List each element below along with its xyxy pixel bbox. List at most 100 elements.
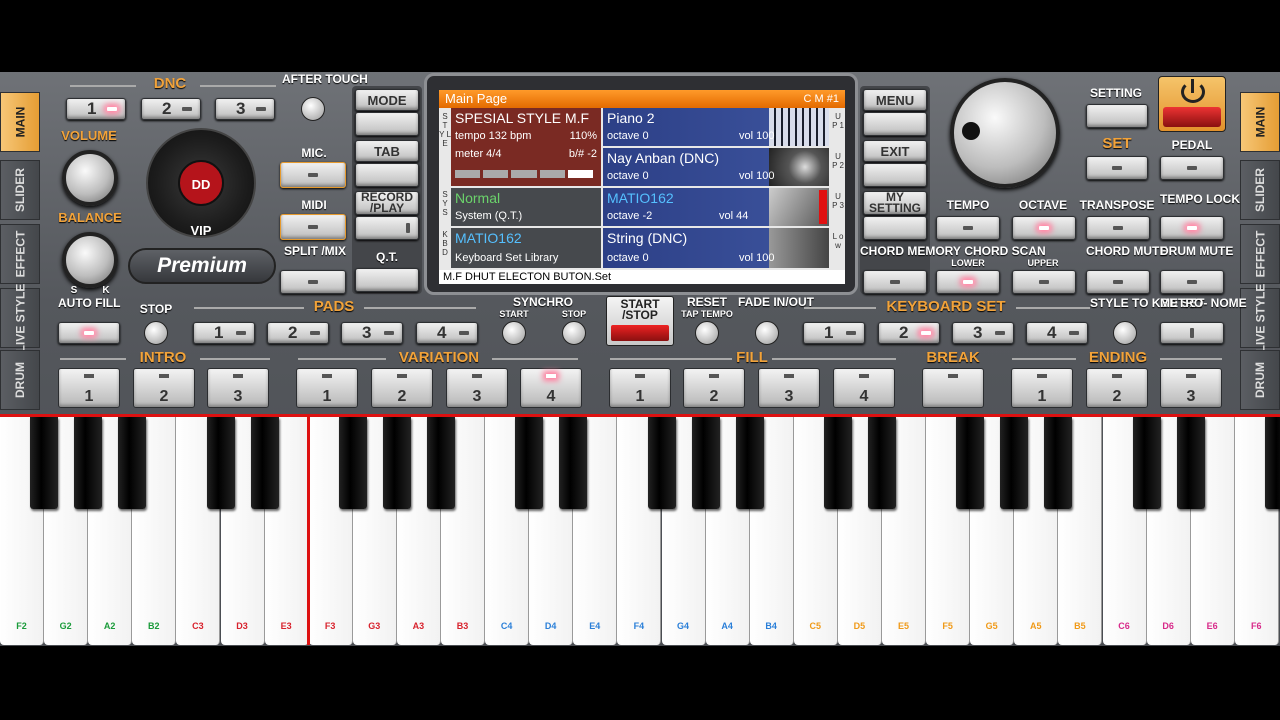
kbd-panel[interactable]: MATIO162 Keyboard Set Library [451,228,601,268]
variation-button-4[interactable]: 4 [520,368,582,408]
synchro-start-knob[interactable] [502,321,526,345]
octave-button[interactable] [1012,216,1076,240]
record-play-button[interactable] [355,216,419,240]
ending-button-3[interactable]: 3 [1160,368,1222,408]
black-key[interactable] [515,417,544,509]
variation-button-2[interactable]: 2 [371,368,433,408]
black-key[interactable] [30,417,59,509]
style-to-kbd-knob[interactable] [1113,321,1137,345]
black-key[interactable] [206,417,235,509]
auto-fill-button[interactable] [58,322,120,344]
midi-button[interactable] [280,214,346,240]
balance-knob[interactable] [62,232,118,288]
black-key[interactable] [691,417,720,509]
qt-button[interactable] [355,268,419,292]
side-tab-left-main[interactable]: MAIN [0,92,40,152]
fill-button-4[interactable]: 4 [833,368,895,408]
intro-button-2[interactable]: 2 [133,368,195,408]
power-button[interactable] [1158,76,1226,132]
keyboard-set-button-4[interactable]: 4 [1026,322,1088,344]
black-key[interactable] [338,417,367,509]
chord-scan-upper-button[interactable] [1012,270,1076,294]
keyboard-set-button-2[interactable]: 2 [878,322,940,344]
my-setting-button[interactable] [863,216,927,240]
fill-button-3[interactable]: 3 [758,368,820,408]
side-tab-left-effect[interactable]: EFFECT [0,224,40,284]
drum-mute-button[interactable] [1160,270,1224,294]
side-tab-right-drum[interactable]: DRUM [1240,350,1280,410]
black-key[interactable] [1044,417,1073,509]
tab-button[interactable] [355,163,419,187]
data-dial[interactable] [950,78,1060,188]
pad-button-2[interactable]: 2 [267,322,329,344]
fade-knob[interactable] [755,321,779,345]
side-tab-right-main[interactable]: MAIN [1240,92,1280,152]
black-key[interactable] [118,417,147,509]
black-key[interactable] [559,417,588,509]
tempo-button[interactable] [936,216,1000,240]
chord-memory-button[interactable] [863,270,927,294]
ending-button-2[interactable]: 2 [1086,368,1148,408]
side-tab-right-slider[interactable]: SLIDER [1240,160,1280,220]
pad-button-3[interactable]: 3 [341,322,403,344]
black-key[interactable] [250,417,279,509]
side-tab-right-effect[interactable]: EFFECT [1240,224,1280,284]
intro-button-3[interactable]: 3 [207,368,269,408]
start-stop-button[interactable]: START /STOP [606,296,674,346]
fill-button-2[interactable]: 2 [683,368,745,408]
black-key[interactable] [427,417,455,509]
style-panel[interactable]: SPESIAL STYLE M.F tempo 132 bpm 110% met… [451,108,601,186]
black-key[interactable] [735,417,764,509]
upper3-panel[interactable]: MATIO162 octave -2 vol 44 [603,188,829,226]
variation-number: 2 [397,388,407,405]
mode-button[interactable] [355,112,419,136]
chord-scan-lower-button[interactable] [936,270,1000,294]
tempo-lock-button[interactable] [1160,216,1224,240]
black-key[interactable] [382,417,411,509]
black-key[interactable] [1132,417,1161,509]
dnc-button-2[interactable]: 2 [141,98,201,120]
pad-button-1[interactable]: 1 [193,322,255,344]
set-button[interactable] [1086,156,1148,180]
dnc-button-3[interactable]: 3 [215,98,275,120]
upper1-panel[interactable]: Piano 2 octave 0 vol 100 [603,108,829,146]
mic-button[interactable] [280,162,346,188]
reset-knob[interactable] [695,321,719,345]
black-key[interactable] [1000,417,1029,509]
menu-button[interactable] [863,112,927,136]
black-key[interactable] [956,417,985,509]
side-tab-left-live-style[interactable]: LIVE STYLE [0,284,40,352]
chord-mute-button[interactable] [1086,270,1150,294]
black-key[interactable] [1176,417,1205,509]
fill-button-1[interactable]: 1 [609,368,671,408]
keyboard-set-button-1[interactable]: 1 [803,322,865,344]
pads-stop-knob[interactable] [144,321,168,345]
black-key[interactable] [823,417,852,509]
variation-button-1[interactable]: 1 [296,368,358,408]
black-key[interactable] [868,417,896,509]
upper2-panel[interactable]: Nay Anban (DNC) octave 0 vol 100 [603,148,829,186]
volume-knob[interactable] [62,150,118,206]
black-key[interactable] [74,417,103,509]
keyboard-set-button-3[interactable]: 3 [952,322,1014,344]
variation-button-3[interactable]: 3 [446,368,508,408]
black-key[interactable] [1264,417,1280,509]
dnc-button-1[interactable]: 1 [66,98,126,120]
transpose-button[interactable] [1086,216,1150,240]
ending-button-1[interactable]: 1 [1011,368,1073,408]
break-button[interactable] [922,368,984,408]
pedal-button[interactable] [1160,156,1224,180]
pad-button-4[interactable]: 4 [416,322,478,344]
setting-button[interactable] [1086,104,1148,128]
metronome-button[interactable] [1160,322,1224,344]
intro-button-1[interactable]: 1 [58,368,120,408]
split-mix-button[interactable] [280,270,346,294]
side-tab-left-slider[interactable]: SLIDER [0,160,40,220]
lower-panel[interactable]: String (DNC) octave 0 vol 100 [603,228,829,268]
exit-button[interactable] [863,163,927,187]
black-key[interactable] [647,417,676,509]
sys-panel[interactable]: Normal System (Q.T.) [451,188,601,226]
side-tab-left-drum[interactable]: DRUM [0,350,40,410]
synchro-stop-knob[interactable] [562,321,586,345]
after-touch-knob[interactable] [301,97,325,121]
